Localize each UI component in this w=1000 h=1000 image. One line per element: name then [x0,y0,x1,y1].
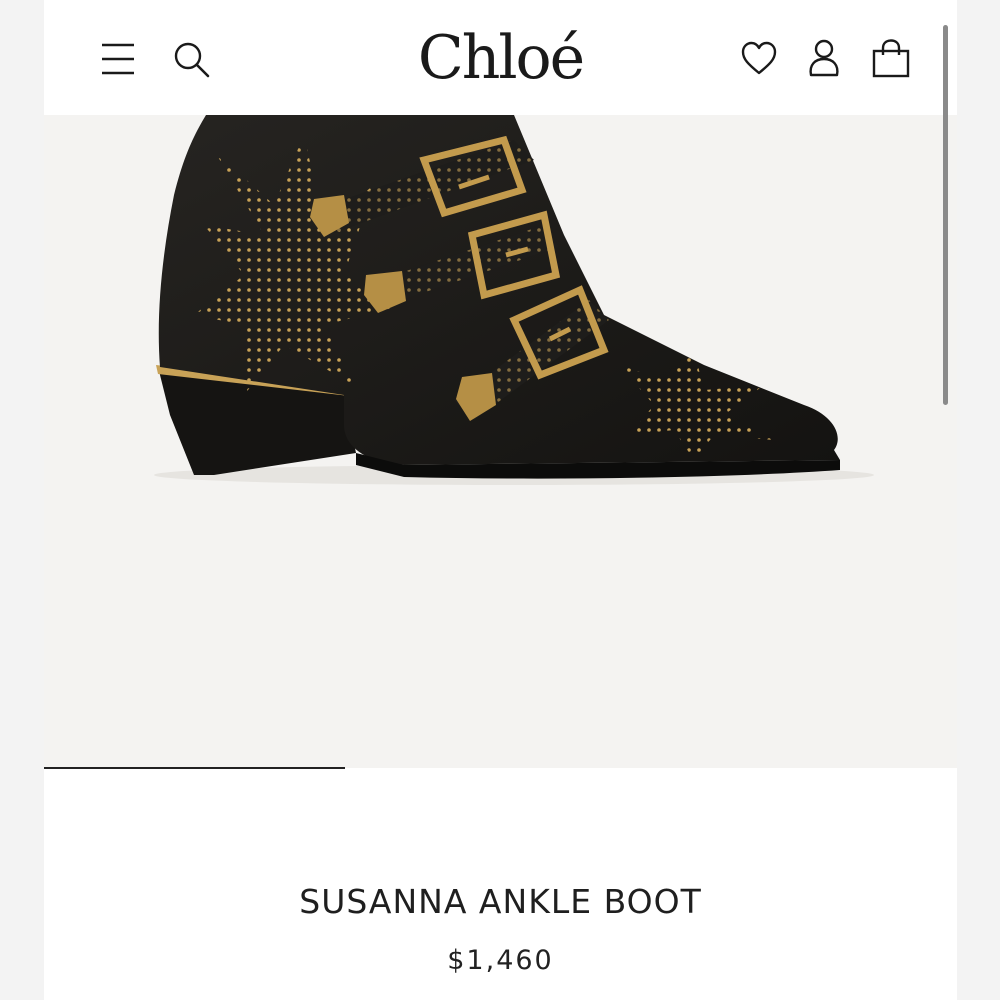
gallery-progress[interactable] [44,767,957,769]
product-image[interactable] [44,115,957,768]
heart-icon[interactable] [740,40,778,78]
site-header: Chloé [44,0,957,115]
right-backdrop [957,0,1000,1000]
gallery-progress-indicator [44,767,346,769]
product-page: Chloé SUSANNA ANKLE BOOT $1,460 [44,0,957,1000]
product-title: SUSANNA ANKLE BOOT [299,882,702,922]
ankle-boot-image [154,115,874,485]
shopping-bag-icon[interactable] [871,38,911,80]
scrollbar[interactable] [943,25,949,405]
scrollbar-thumb[interactable] [943,25,948,405]
user-icon[interactable] [806,38,842,78]
left-backdrop [0,0,44,1000]
product-price: $1,460 [447,945,554,976]
